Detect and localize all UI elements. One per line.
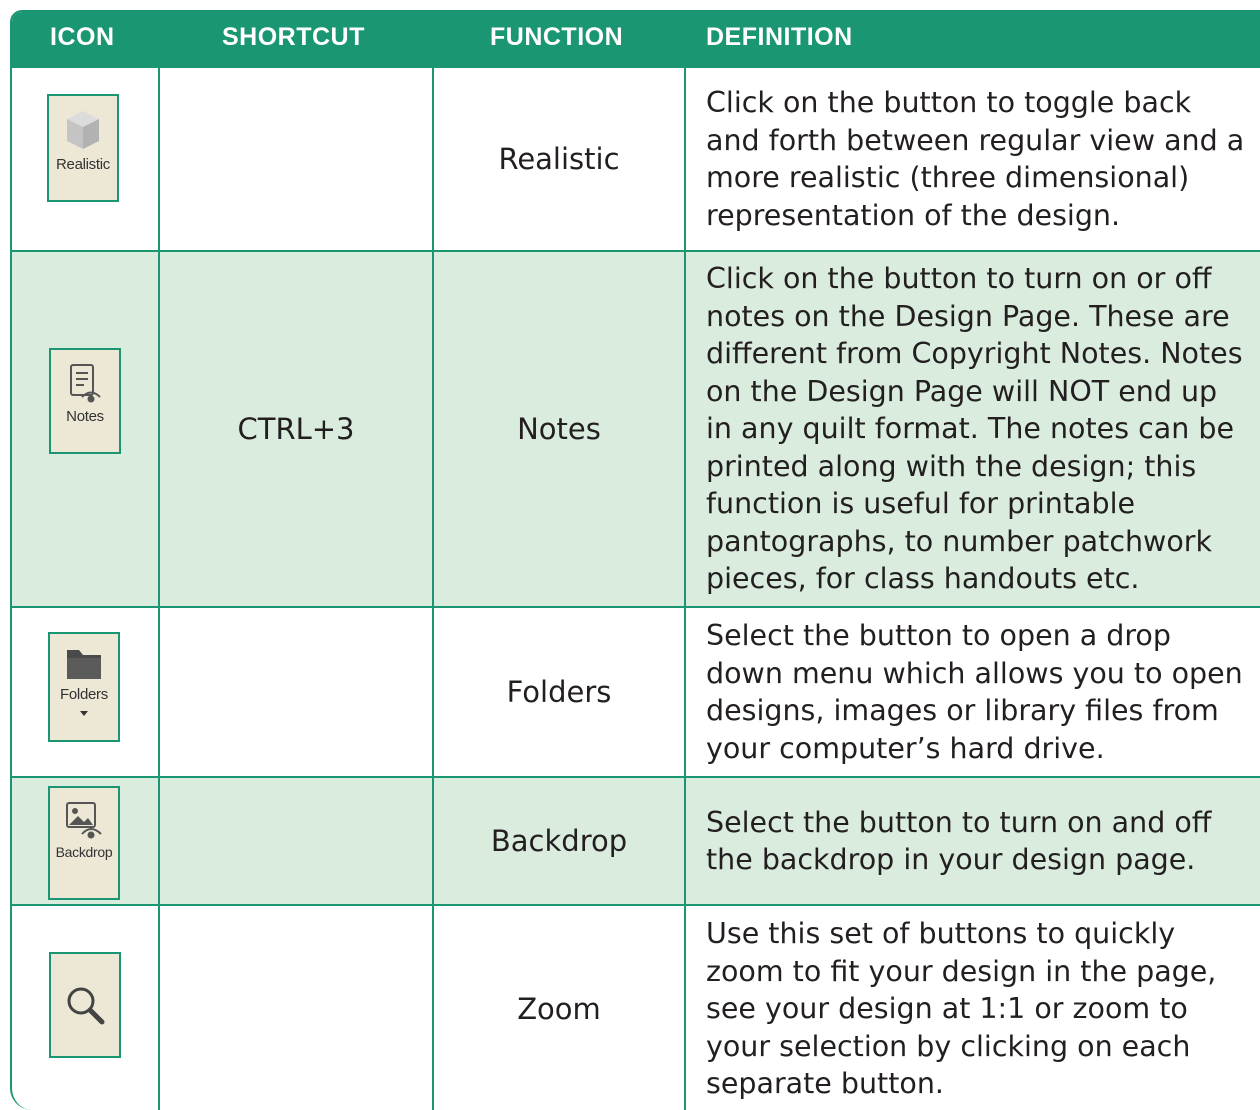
definition-text: Select the button to turn on and off the…: [706, 805, 1212, 877]
icon-label: Folders: [60, 686, 108, 703]
folder-icon: [67, 650, 101, 679]
backdrop-icon: [66, 802, 102, 839]
shortcut-cell: [160, 608, 432, 776]
function-cell: Backdrop: [434, 778, 684, 904]
function-name: Zoom: [517, 992, 601, 1026]
shortcut-cell: [160, 906, 432, 1110]
shortcut-cell: [160, 778, 432, 904]
column-divider: [158, 68, 160, 1110]
function-cell: Notes: [434, 252, 684, 606]
backdrop-button[interactable]: Backdrop: [48, 786, 120, 900]
definition-cell: Click on the button to toggle back and f…: [706, 68, 1252, 250]
header-icon: ICON: [50, 23, 115, 51]
icon-label: Realistic: [56, 156, 110, 173]
cube-icon: [67, 111, 99, 149]
definition-cell: Select the button to turn on and off the…: [706, 778, 1252, 904]
column-divider: [432, 68, 434, 1110]
notes-button[interactable]: Notes: [49, 348, 121, 454]
realistic-button[interactable]: Realistic: [47, 94, 119, 202]
header-definition: DEFINITION: [706, 23, 853, 51]
function-name: Backdrop: [490, 824, 628, 858]
icon-label: Backdrop: [55, 844, 113, 860]
table-row: Realistic Realistic Click on the button …: [12, 68, 1260, 252]
function-name: Realistic: [498, 142, 620, 176]
header-function: FUNCTION: [490, 23, 624, 51]
table-row: Notes CTRL+3 Notes Click on the button t…: [12, 252, 1260, 608]
function-cell: Zoom: [434, 906, 684, 1110]
definition-cell: Select the button to open a drop down me…: [706, 608, 1252, 776]
function-name: Notes: [517, 412, 601, 446]
table-row: Folders Folders Select the button to ope…: [12, 608, 1260, 778]
notes-icon: [70, 364, 101, 403]
table-header: ICON SHORTCUT FUNCTION DEFINITION: [12, 12, 1260, 68]
table-row: Zoom Use this set of buttons to quickly …: [12, 906, 1260, 1110]
function-cell: Realistic: [434, 68, 684, 250]
shortcut-table: ICON SHORTCUT FUNCTION DEFINITION Realis…: [10, 10, 1260, 1110]
header-shortcut: SHORTCUT: [222, 23, 365, 51]
definition-text: Use this set of buttons to quickly zoom …: [706, 917, 1217, 1101]
column-divider: [684, 68, 686, 1110]
shortcut-cell: CTRL+3: [160, 252, 432, 606]
magnifier-icon: [67, 987, 105, 1025]
shortcut-text: CTRL+3: [237, 412, 355, 446]
table-row: Backdrop Backdrop Select the button to t…: [12, 778, 1260, 906]
icon-label: Notes: [66, 408, 104, 425]
chevron-down-icon: [80, 711, 88, 716]
zoom-button[interactable]: [49, 952, 121, 1058]
definition-cell: Use this set of buttons to quickly zoom …: [706, 906, 1252, 1110]
shortcut-cell: [160, 68, 432, 250]
definition-text: Click on the button to turn on or off no…: [706, 262, 1243, 596]
definition-cell: Click on the button to turn on or off no…: [706, 252, 1252, 606]
definition-text: Click on the button to toggle back and f…: [706, 86, 1245, 232]
function-cell: Folders: [434, 608, 684, 776]
folders-button[interactable]: Folders: [48, 632, 120, 742]
function-name: Folders: [506, 675, 612, 709]
definition-text: Select the button to open a drop down me…: [706, 619, 1243, 765]
